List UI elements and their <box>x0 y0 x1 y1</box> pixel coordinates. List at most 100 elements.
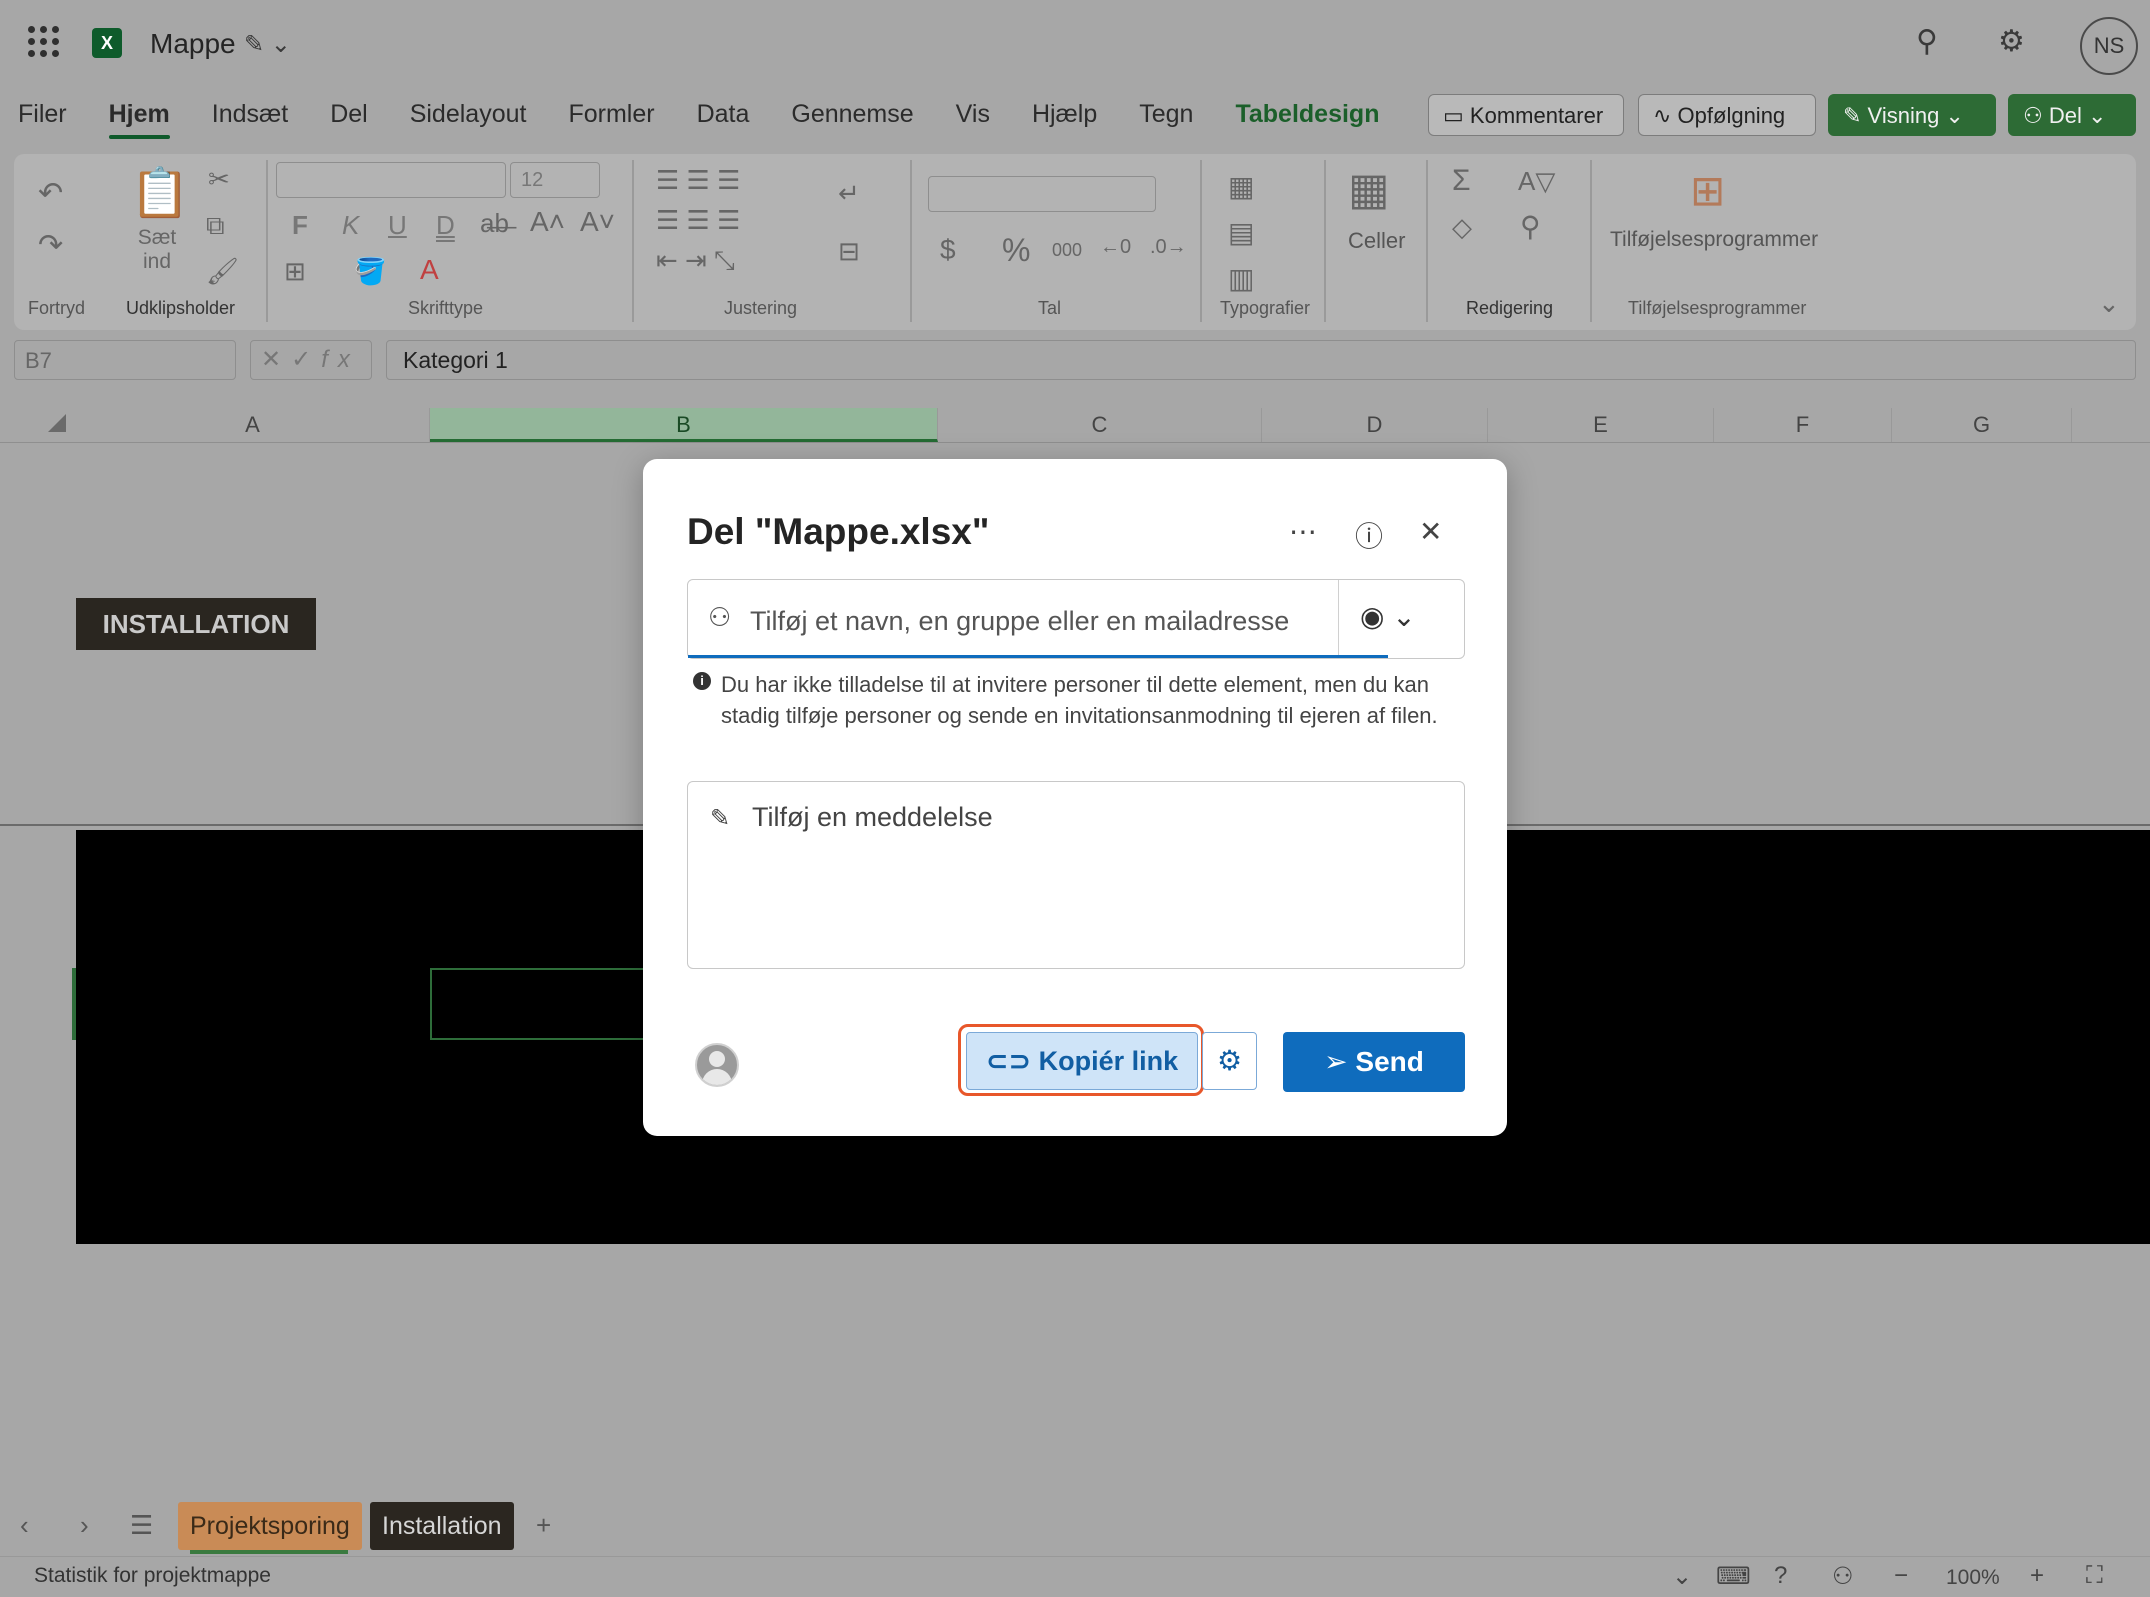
accessibility-icon[interactable]: ⚇ <box>1832 1562 1854 1591</box>
select-all-corner[interactable] <box>48 414 66 432</box>
format-painter-icon[interactable]: 🖌 <box>206 256 239 287</box>
cells-label[interactable]: Celler <box>1348 228 1405 254</box>
add-sheet-icon[interactable]: + <box>536 1510 551 1541</box>
addins-label[interactable]: Tilføjelsesprogrammer <box>1610 228 1818 252</box>
borders-icon[interactable]: ⊞ <box>284 256 306 287</box>
column-header-d[interactable]: D <box>1262 408 1488 442</box>
undo-icon[interactable]: ↶ <box>38 176 63 211</box>
cut-icon[interactable]: ✂ <box>208 164 230 195</box>
tab-del[interactable]: Del <box>330 100 368 129</box>
tab-tabeldesign[interactable]: Tabeldesign <box>1235 100 1379 129</box>
ribbon-collapse-chevron-icon[interactable]: ⌄ <box>2098 288 2120 319</box>
formula-input[interactable]: Kategori 1 <box>386 340 2136 380</box>
message-placeholder[interactable]: Tilføj en meddelelse <box>752 802 993 833</box>
styles-icons[interactable]: ▦ ▤ ▥ <box>1228 164 1254 302</box>
installation-header-cell[interactable]: INSTALLATION <box>76 598 316 650</box>
gear-icon[interactable]: ⚙ <box>1998 24 2025 59</box>
permission-info-text: Du har ikke tilladelse til at invitere p… <box>721 672 1438 728</box>
cells-icon[interactable]: ▦ <box>1348 164 1390 215</box>
paste-label[interactable]: Sæt ind <box>132 226 182 274</box>
message-box[interactable]: ✎ Tilføj en meddelelse <box>687 781 1465 969</box>
followup-button[interactable]: ∿ Opfølgning <box>1638 94 1816 136</box>
column-header-g[interactable]: G <box>1892 408 2072 442</box>
sort-filter-icon[interactable]: A▽ <box>1518 166 1555 197</box>
find-icon[interactable]: ⚲ <box>1520 210 1541 243</box>
tab-sidelayout[interactable]: Sidelayout <box>410 100 527 129</box>
zoom-in-icon[interactable]: + <box>2030 1562 2044 1590</box>
app-launcher-icon[interactable] <box>28 26 60 58</box>
underline-button[interactable]: U <box>388 210 407 241</box>
permission-dropdown[interactable]: ◉ ⌄ <box>1360 600 1416 633</box>
tab-indsaet[interactable]: Indsæt <box>212 100 288 129</box>
column-header-f[interactable]: F <box>1714 408 1892 442</box>
shrink-font-icon[interactable]: A˅ <box>580 206 615 238</box>
percent-icon[interactable]: % <box>1002 232 1030 269</box>
thousands-icon[interactable]: 000 <box>1052 240 1082 261</box>
wrap-text-icon[interactable]: ↵ <box>838 178 860 209</box>
autosum-icon[interactable]: Σ <box>1452 164 1471 198</box>
tab-data[interactable]: Data <box>697 100 750 129</box>
title-chevron-down-icon[interactable]: ✎ ⌄ <box>244 30 291 59</box>
strikethrough-icon[interactable]: a̶b̶ <box>480 208 509 239</box>
paste-icon[interactable]: 📋 <box>130 164 190 221</box>
user-avatar[interactable]: NS <box>2080 17 2138 75</box>
close-icon[interactable]: ✕ <box>1419 515 1442 548</box>
help-icon[interactable]: ⓘ <box>1355 515 1383 555</box>
align-icons[interactable]: ☰ ☰ ☰ ☰ ☰ ☰ ⇤ ⇥ ⤡ <box>656 160 740 280</box>
recipient-input[interactable] <box>748 592 1312 650</box>
zoom-out-icon[interactable]: − <box>1894 1562 1908 1590</box>
merge-cells-icon[interactable]: ⊟ <box>838 236 860 267</box>
tab-vis[interactable]: Vis <box>956 100 990 129</box>
formula-buttons[interactable]: ✕✓fx <box>250 340 372 380</box>
font-color-icon[interactable]: A <box>420 254 439 286</box>
selected-cell[interactable] <box>430 968 650 1040</box>
more-options-icon[interactable]: ⋯ <box>1289 515 1317 548</box>
number-format-select[interactable] <box>928 176 1156 212</box>
column-header-b[interactable]: B <box>430 408 938 442</box>
link-settings-button[interactable]: ⚙ <box>1202 1032 1257 1090</box>
italic-button[interactable]: K <box>342 210 359 241</box>
comments-button[interactable]: ▭ Kommentarer <box>1428 94 1624 136</box>
font-size-select[interactable]: 12 <box>510 162 600 198</box>
column-header-a[interactable]: A <box>76 408 430 442</box>
tab-gennemse[interactable]: Gennemse <box>791 100 913 129</box>
tab-filer[interactable]: Filer <box>18 100 67 129</box>
ribbon-divider <box>1200 160 1202 322</box>
sheet-tab-projektsporing[interactable]: Projektsporing <box>178 1502 362 1550</box>
bold-button[interactable]: F <box>292 210 308 241</box>
name-box[interactable]: B7 <box>14 340 236 380</box>
tab-tegn[interactable]: Tegn <box>1139 100 1193 129</box>
view-mode-button[interactable]: ✎ Visning ⌄ <box>1828 94 1996 136</box>
grow-font-icon[interactable]: A˄ <box>530 206 565 238</box>
redo-icon[interactable]: ↷ <box>38 228 63 263</box>
fill-color-icon[interactable]: 🪣 <box>354 256 386 287</box>
send-button[interactable]: ➢ Send <box>1283 1032 1465 1092</box>
sheet-next-icon[interactable]: › <box>80 1510 89 1541</box>
font-name-select[interactable] <box>276 162 506 198</box>
help-icon[interactable]: ? <box>1774 1562 1787 1590</box>
fullscreen-icon[interactable]: ⛶ <box>2086 1562 2103 1590</box>
keyboard-icon[interactable]: ⌨ <box>1716 1562 1751 1591</box>
tab-hjem[interactable]: Hjem <box>108 100 170 139</box>
sheet-tab-installation[interactable]: Installation <box>370 1502 514 1550</box>
decrease-decimal-icon[interactable]: .0→ <box>1150 236 1187 259</box>
search-icon[interactable]: ⚲ <box>1916 24 1938 59</box>
sheet-prev-icon[interactable]: ‹ <box>20 1510 29 1541</box>
tab-hjaelp[interactable]: Hjælp <box>1032 100 1097 129</box>
currency-icon[interactable]: $ <box>940 234 956 266</box>
column-header-e[interactable]: E <box>1488 408 1714 442</box>
all-sheets-menu-icon[interactable]: ☰ <box>130 1510 153 1541</box>
copy-link-button[interactable]: ⊂⊃ Kopiér link <box>966 1032 1198 1090</box>
double-underline-button[interactable]: D <box>436 210 455 241</box>
status-chevron-down-icon[interactable]: ⌄ <box>1672 1562 1692 1591</box>
document-title[interactable]: Mappe <box>150 28 236 60</box>
tab-formler[interactable]: Formler <box>568 100 654 129</box>
workbook-stats[interactable]: Statistik for projektmappe <box>34 1564 271 1588</box>
share-top-button[interactable]: ⚇ Del ⌄ <box>2008 94 2136 136</box>
increase-decimal-icon[interactable]: ←0 <box>1100 236 1131 259</box>
clear-icon[interactable]: ◇ <box>1452 212 1472 243</box>
zoom-level[interactable]: 100% <box>1946 1566 2000 1590</box>
copy-icon[interactable]: ⧉ <box>206 210 225 242</box>
addins-icon[interactable]: ⊞ <box>1690 166 1725 215</box>
column-header-c[interactable]: C <box>938 408 1262 442</box>
